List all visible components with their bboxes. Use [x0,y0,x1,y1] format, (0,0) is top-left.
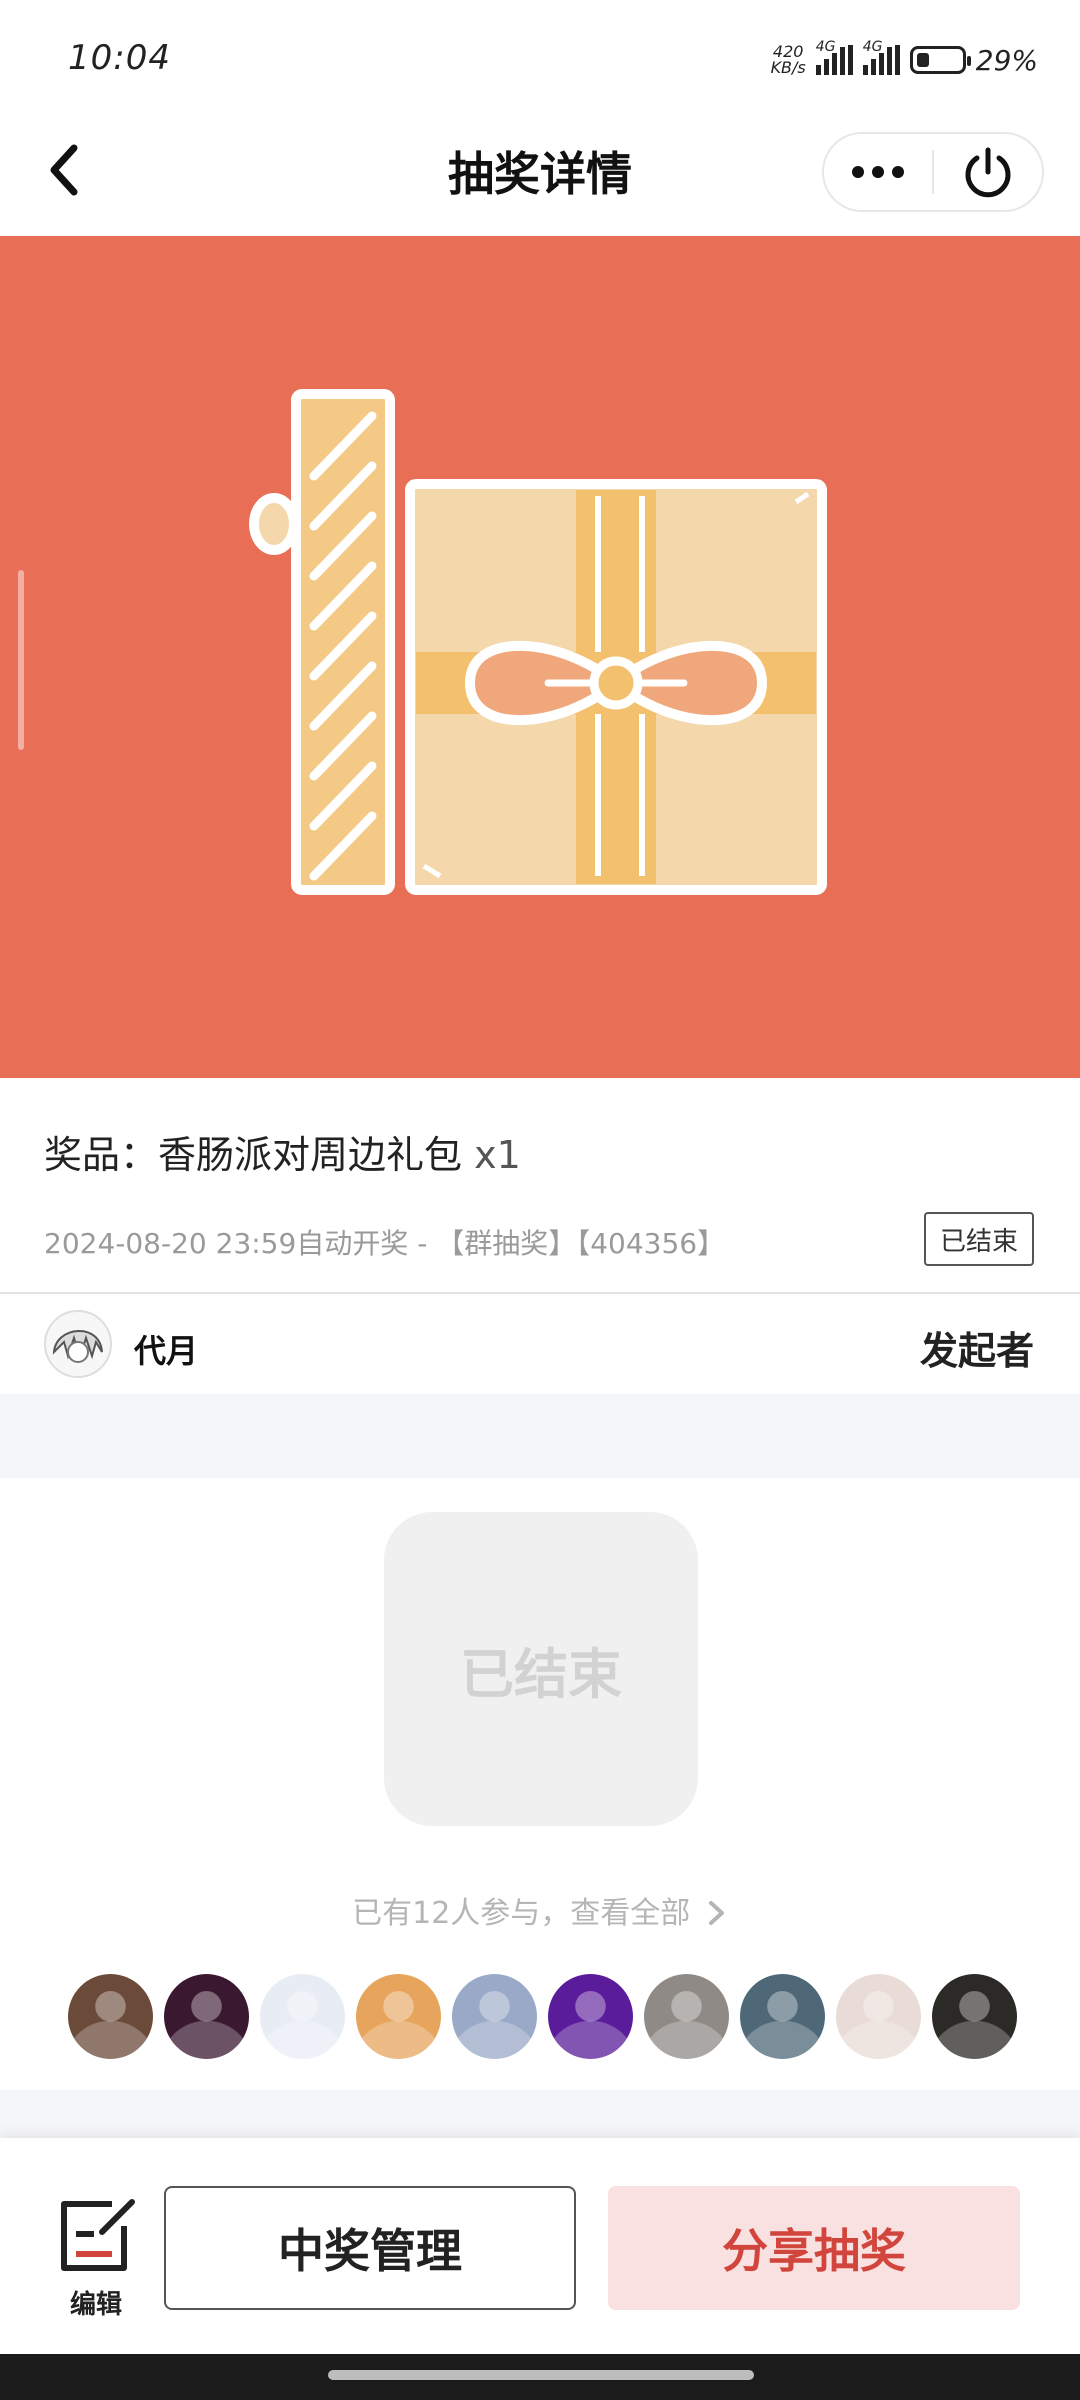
prize-title: 奖品：香肠派对周边礼包 x1 [44,1124,521,1179]
battery-fill [916,53,929,67]
section-separator-bottom [0,2090,1080,2138]
draw-result-text: 已结束 [460,1642,622,1706]
edit-button[interactable]: 编辑 [52,2196,140,2320]
signal-1-icon: 4G [815,39,853,75]
participant-avatar[interactable] [452,1974,537,2059]
draw-meta: 2024-08-20 23:59自动开奖 - 【群抽奖】【404356】 [44,1227,726,1260]
prize-banner [0,236,1080,1078]
edit-label: 编辑 [69,2290,122,2320]
participant-avatar[interactable] [836,1974,921,2059]
signal-2-icon: 4G [862,39,900,75]
draw-result-box: 已结束 [384,1512,698,1826]
creator-avatar[interactable] [44,1310,112,1378]
battery-percent: 29% [975,43,1038,77]
edit-icon [61,2199,135,2271]
network-speed-unit: KB/s [770,58,806,77]
signal-2-label: 4G [862,39,883,55]
participant-avatar[interactable] [548,1974,633,2059]
share-draw-button[interactable]: 分享抽奖 [608,2186,1020,2310]
participant-avatar[interactable] [356,1974,441,2059]
participant-avatar[interactable] [164,1974,249,2059]
mini-program-capsule [822,132,1044,212]
status-badge: 已结束 [924,1212,1034,1266]
participant-avatar[interactable] [932,1974,1017,2059]
participant-avatars [68,1974,1017,2059]
side-scroll-indicator [18,570,24,750]
divider [0,1292,1080,1294]
status-time: 10:04 [68,38,171,78]
participants-count-text: 已有12人参与，查看全部 [352,1896,691,1931]
participant-avatar[interactable] [68,1974,153,2059]
battery-icon [909,46,971,74]
participant-avatar[interactable] [260,1974,345,2059]
share-draw-label: 分享抽奖 [722,2224,906,2278]
participant-avatar[interactable] [740,1974,825,2059]
creator-role: 发起者 [919,1329,1034,1373]
network-speed: 420 KB/s [771,44,806,76]
participant-avatar[interactable] [644,1974,729,2059]
power-icon [965,147,1011,198]
creator-name: 代月 [134,1332,199,1370]
chevron-right-icon [708,1901,724,1925]
status-icons: 420 KB/s 4G 4G 29% [771,39,1038,80]
view-all-participants-link[interactable]: 已有12人参与，查看全部 [0,1888,1080,1932]
section-separator [0,1394,1080,1478]
winner-management-label: 中奖管理 [278,2224,462,2278]
gift-box-icon [249,389,827,895]
avatar-image [46,1312,110,1376]
prize-quantity: x1 [474,1133,521,1177]
winner-management-button[interactable]: 中奖管理 [164,2186,576,2310]
signal-1-label: 4G [815,39,836,55]
home-indicator[interactable] [328,2370,754,2380]
close-button[interactable] [934,134,1042,210]
more-button[interactable] [824,134,932,210]
more-dots-icon [852,166,904,178]
prize-label: 奖品：香肠派对周边礼包 [44,1133,463,1177]
